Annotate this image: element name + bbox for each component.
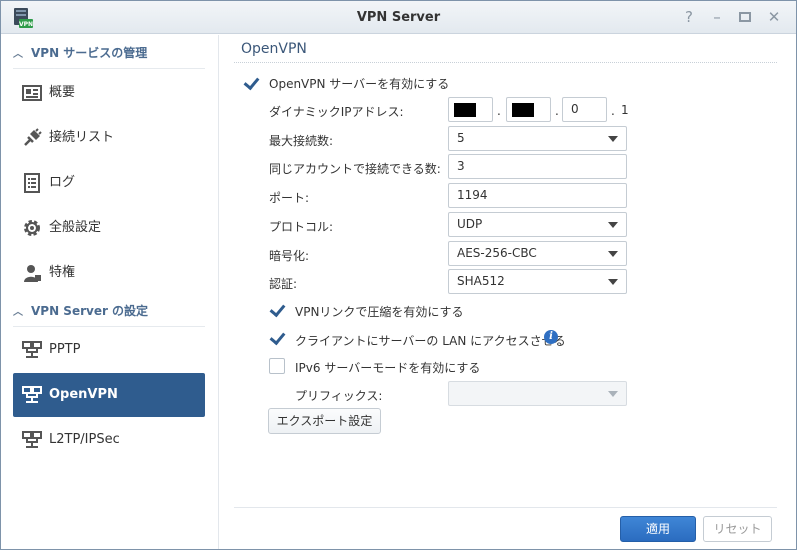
ip-dot: . bbox=[555, 104, 559, 118]
vpn-server-window: VPN VPN Server ? – ✕ ︿ VPN サービスの管理 概要 接続リ… bbox=[0, 0, 797, 550]
openvpn-panel: OpenVPN OpenVPN サーバーを有効にする ダイナミックIPアドレス:… bbox=[220, 35, 796, 549]
same-account-label: 同じアカウントで接続できる数: bbox=[269, 162, 441, 176]
chevron-up-icon: ︿ bbox=[13, 49, 23, 60]
sidebar-item-label: 接続リスト bbox=[49, 130, 115, 145]
export-config-button[interactable]: エクスポート設定 bbox=[268, 408, 381, 434]
dynamic-ip-octet-2[interactable] bbox=[506, 97, 551, 122]
sidebar-item-privileges[interactable]: 特権 bbox=[13, 251, 205, 295]
select-value: SHA512 bbox=[457, 274, 505, 288]
sidebar-item-label: L2TP/IPSec bbox=[49, 432, 120, 447]
same-account-input[interactable]: 3 bbox=[448, 154, 627, 179]
sidebar-item-label: ログ bbox=[49, 175, 76, 190]
select-value: 5 bbox=[457, 131, 465, 145]
enable-openvpn-checkbox[interactable] bbox=[243, 75, 259, 91]
sidebar: ︿ VPN サービスの管理 概要 接続リスト ログ 全般設定 特権 ︿ VPN Se… bbox=[1, 35, 219, 549]
minimize-icon[interactable]: – bbox=[708, 8, 726, 26]
encryption-select[interactable]: AES-256-CBC bbox=[448, 241, 627, 266]
title-bar[interactable]: VPN VPN Server ? – ✕ bbox=[1, 1, 796, 34]
chevron-down-icon bbox=[608, 391, 618, 397]
protocol-select[interactable]: UDP bbox=[448, 212, 627, 237]
dynamic-ip-label: ダイナミックIPアドレス: bbox=[269, 105, 404, 119]
dynamic-ip-octet-1[interactable] bbox=[448, 97, 493, 122]
sidebar-item-log[interactable]: ログ bbox=[13, 161, 205, 205]
user-icon bbox=[24, 265, 41, 282]
encryption-label: 暗号化: bbox=[269, 249, 310, 263]
dynamic-ip-octet-3[interactable]: 0 bbox=[562, 97, 607, 122]
dynamic-ip-octet-4: 1 bbox=[621, 103, 629, 117]
sidebar-item-label: OpenVPN bbox=[49, 387, 118, 402]
gear-icon bbox=[24, 220, 40, 236]
sidebar-item-label: PPTP bbox=[49, 342, 81, 357]
section-vpn-server-settings[interactable]: ︿ VPN Server の設定 bbox=[13, 295, 205, 327]
sidebar-item-general-settings[interactable]: 全般設定 bbox=[13, 206, 205, 250]
sidebar-item-label: 全般設定 bbox=[49, 220, 102, 235]
help-icon[interactable]: ? bbox=[680, 8, 698, 26]
log-icon bbox=[24, 173, 40, 193]
sidebar-item-connection-list[interactable]: 接続リスト bbox=[13, 116, 205, 160]
prefix-label: プリフィックス: bbox=[295, 389, 383, 403]
select-value: UDP bbox=[457, 217, 483, 231]
port-input[interactable]: 1194 bbox=[448, 183, 627, 208]
network-icon bbox=[22, 431, 42, 448]
lan-access-checkbox[interactable] bbox=[269, 330, 285, 346]
protocol-label: プロトコル: bbox=[269, 220, 334, 234]
reset-button[interactable]: リセット bbox=[703, 516, 772, 542]
network-icon bbox=[22, 386, 42, 403]
compress-label: VPNリンクで圧縮を有効にする bbox=[295, 305, 464, 319]
section-label: VPN Server の設定 bbox=[31, 304, 149, 318]
overview-icon bbox=[22, 85, 42, 101]
sidebar-item-overview[interactable]: 概要 bbox=[13, 71, 205, 115]
ip-dot: . bbox=[497, 104, 501, 118]
sidebar-item-pptp[interactable]: PPTP bbox=[13, 328, 205, 372]
close-icon[interactable]: ✕ bbox=[765, 8, 783, 26]
max-connections-select[interactable]: 5 bbox=[448, 126, 627, 151]
sidebar-item-l2tp-ipsec[interactable]: L2TP/IPSec bbox=[13, 418, 205, 462]
port-label: ポート: bbox=[269, 191, 310, 205]
section-vpn-service-management[interactable]: ︿ VPN サービスの管理 bbox=[13, 37, 205, 69]
sidebar-item-label: 特権 bbox=[49, 265, 76, 280]
auth-label: 認証: bbox=[269, 277, 298, 291]
max-connections-label: 最大接続数: bbox=[269, 134, 334, 148]
compress-checkbox[interactable] bbox=[269, 302, 285, 318]
sidebar-item-openvpn[interactable]: OpenVPN bbox=[13, 373, 205, 417]
footer-divider bbox=[234, 507, 777, 508]
maximize-icon[interactable] bbox=[736, 8, 754, 26]
network-icon bbox=[22, 341, 42, 358]
lan-access-label: クライアントにサーバーの LAN にアクセスさせる bbox=[295, 334, 566, 348]
chevron-down-icon bbox=[608, 279, 618, 285]
section-label: VPN サービスの管理 bbox=[31, 46, 148, 60]
ip-dot: . bbox=[611, 104, 615, 118]
chevron-down-icon bbox=[608, 251, 618, 257]
ipv6-label: IPv6 サーバーモードを有効にする bbox=[295, 361, 481, 375]
redacted-value bbox=[512, 103, 534, 117]
window-title: VPN Server bbox=[356, 10, 441, 25]
plug-icon bbox=[24, 128, 42, 146]
chevron-up-icon: ︿ bbox=[13, 307, 23, 318]
apply-button[interactable]: 適用 bbox=[620, 516, 696, 542]
select-value: AES-256-CBC bbox=[457, 246, 537, 260]
redacted-value bbox=[454, 103, 476, 117]
chevron-down-icon bbox=[608, 222, 618, 228]
sidebar-item-label: 概要 bbox=[49, 85, 76, 100]
prefix-select[interactable] bbox=[448, 381, 627, 406]
ipv6-checkbox[interactable] bbox=[269, 358, 285, 374]
enable-openvpn-label: OpenVPN サーバーを有効にする bbox=[269, 77, 450, 91]
auth-select[interactable]: SHA512 bbox=[448, 269, 627, 294]
panel-title: OpenVPN bbox=[241, 41, 307, 57]
divider bbox=[234, 62, 777, 63]
info-icon[interactable]: i bbox=[544, 330, 558, 344]
chevron-down-icon bbox=[608, 136, 618, 142]
